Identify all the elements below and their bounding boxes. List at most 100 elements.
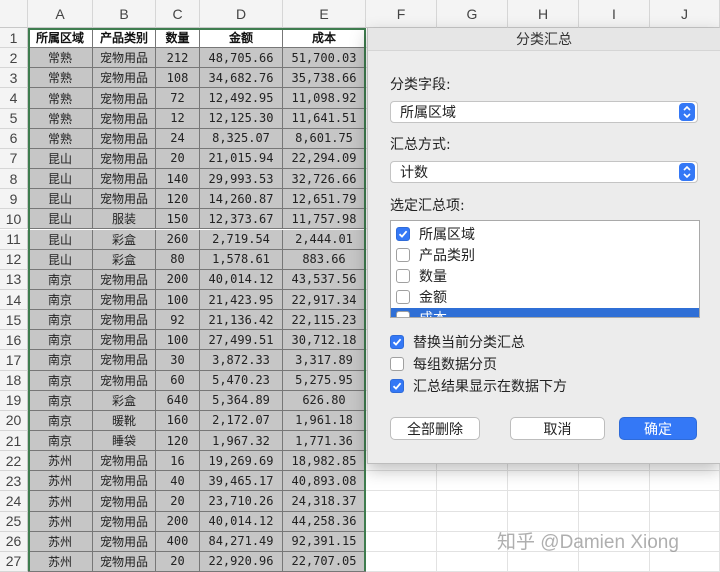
- table-cell[interactable]: 宠物用品: [93, 551, 156, 572]
- ok-button[interactable]: 确定: [619, 417, 697, 440]
- table-cell[interactable]: 24: [156, 128, 200, 149]
- remove-all-button[interactable]: 全部删除: [390, 417, 480, 440]
- table-cell[interactable]: 29,993.53: [200, 169, 283, 190]
- table-cell[interactable]: 1,578.61: [200, 249, 283, 270]
- column-header[interactable]: B: [93, 0, 156, 28]
- table-cell[interactable]: 40,014.12: [200, 511, 283, 532]
- column-header[interactable]: D: [200, 0, 283, 28]
- table-cell[interactable]: 21,015.94: [200, 148, 283, 170]
- row-header[interactable]: 21: [0, 431, 28, 452]
- table-cell[interactable]: 84,271.49: [200, 531, 283, 552]
- group-field-select[interactable]: 所属区域: [390, 101, 698, 123]
- empty-cell[interactable]: [508, 471, 579, 492]
- table-cell[interactable]: 22,294.09: [283, 148, 366, 170]
- table-cell[interactable]: 140: [156, 169, 200, 190]
- table-cell[interactable]: 宠物用品: [93, 350, 156, 371]
- column-header[interactable]: I: [579, 0, 650, 28]
- table-cell[interactable]: 宠物用品: [93, 511, 156, 532]
- table-header-cell[interactable]: 成本: [283, 28, 366, 49]
- table-cell[interactable]: 1,967.32: [200, 431, 283, 452]
- checkbox[interactable]: [390, 335, 404, 349]
- table-cell[interactable]: 30,712.18: [283, 330, 366, 351]
- table-cell[interactable]: 100: [156, 330, 200, 351]
- table-cell[interactable]: 72: [156, 88, 200, 109]
- table-cell[interactable]: 常熟: [28, 88, 93, 109]
- table-cell[interactable]: 昆山: [28, 189, 93, 210]
- table-cell[interactable]: 宠物用品: [93, 471, 156, 492]
- table-cell[interactable]: 12: [156, 108, 200, 129]
- table-cell[interactable]: 12,651.79: [283, 189, 366, 210]
- function-select[interactable]: 计数: [390, 161, 698, 183]
- empty-cell[interactable]: [650, 491, 720, 512]
- table-cell[interactable]: 宠物用品: [93, 128, 156, 149]
- table-cell[interactable]: 92: [156, 310, 200, 331]
- table-cell[interactable]: 35,738.66: [283, 68, 366, 89]
- row-header[interactable]: 16: [0, 330, 28, 351]
- table-cell[interactable]: 20: [156, 491, 200, 512]
- table-cell[interactable]: 16: [156, 451, 200, 472]
- table-cell[interactable]: 120: [156, 431, 200, 452]
- table-cell[interactable]: 南京: [28, 350, 93, 371]
- table-cell[interactable]: 80: [156, 249, 200, 270]
- row-header[interactable]: 18: [0, 370, 28, 391]
- column-header[interactable]: J: [650, 0, 720, 28]
- checkbox[interactable]: [396, 269, 410, 283]
- row-header[interactable]: 9: [0, 189, 28, 210]
- table-cell[interactable]: 18,982.85: [283, 451, 366, 472]
- table-cell[interactable]: 3,872.33: [200, 350, 283, 371]
- table-cell[interactable]: 19,269.69: [200, 451, 283, 472]
- table-cell[interactable]: 48,705.66: [200, 48, 283, 69]
- table-cell[interactable]: 14,260.87: [200, 189, 283, 210]
- table-cell[interactable]: 44,258.36: [283, 511, 366, 532]
- table-cell[interactable]: 11,641.51: [283, 108, 366, 129]
- table-cell[interactable]: 40: [156, 471, 200, 492]
- table-cell[interactable]: 昆山: [28, 148, 93, 170]
- table-cell[interactable]: 2,172.07: [200, 410, 283, 431]
- row-header[interactable]: 12: [0, 249, 28, 270]
- empty-cell[interactable]: [579, 551, 650, 572]
- table-cell[interactable]: 200: [156, 511, 200, 532]
- table-cell[interactable]: 1,961.18: [283, 410, 366, 431]
- table-cell[interactable]: 昆山: [28, 169, 93, 190]
- option-page-break[interactable]: 每组数据分页: [390, 354, 497, 374]
- table-cell[interactable]: 常熟: [28, 48, 93, 69]
- cancel-button[interactable]: 取消: [510, 417, 605, 440]
- table-cell[interactable]: 南京: [28, 370, 93, 391]
- table-cell[interactable]: 30: [156, 350, 200, 371]
- row-header[interactable]: 14: [0, 289, 28, 311]
- table-cell[interactable]: 服装: [93, 209, 156, 230]
- table-cell[interactable]: 宠物用品: [93, 310, 156, 331]
- empty-cell[interactable]: [366, 491, 437, 512]
- empty-cell[interactable]: [579, 471, 650, 492]
- row-header[interactable]: 15: [0, 310, 28, 331]
- empty-cell[interactable]: [366, 471, 437, 492]
- table-cell[interactable]: 1,771.36: [283, 431, 366, 452]
- table-cell[interactable]: 5,275.95: [283, 370, 366, 391]
- table-cell[interactable]: 南京: [28, 431, 93, 452]
- table-cell[interactable]: 92,391.15: [283, 531, 366, 552]
- corner-cell[interactable]: [0, 0, 28, 28]
- table-cell[interactable]: 苏州: [28, 551, 93, 572]
- table-cell[interactable]: 626.80: [283, 390, 366, 411]
- empty-cell[interactable]: [650, 471, 720, 492]
- list-item[interactable]: 数量: [396, 266, 447, 286]
- table-cell[interactable]: 20: [156, 551, 200, 572]
- column-header[interactable]: E: [283, 0, 366, 28]
- table-cell[interactable]: 3,317.89: [283, 350, 366, 371]
- table-cell[interactable]: 宠物用品: [93, 68, 156, 89]
- table-cell[interactable]: 宠物用品: [93, 289, 156, 311]
- table-header-cell[interactable]: 产品类别: [93, 28, 156, 49]
- table-cell[interactable]: 150: [156, 209, 200, 230]
- table-cell[interactable]: 5,470.23: [200, 370, 283, 391]
- row-header[interactable]: 11: [0, 229, 28, 250]
- table-cell[interactable]: 11,757.98: [283, 209, 366, 230]
- table-cell[interactable]: 宠物用品: [93, 370, 156, 391]
- table-cell[interactable]: 160: [156, 410, 200, 431]
- table-cell[interactable]: 22,917.34: [283, 289, 366, 311]
- table-cell[interactable]: 宠物用品: [93, 148, 156, 170]
- table-cell[interactable]: 23,710.26: [200, 491, 283, 512]
- empty-cell[interactable]: [650, 551, 720, 572]
- checkbox[interactable]: [396, 311, 410, 317]
- table-cell[interactable]: 400: [156, 531, 200, 552]
- row-header[interactable]: 24: [0, 491, 28, 512]
